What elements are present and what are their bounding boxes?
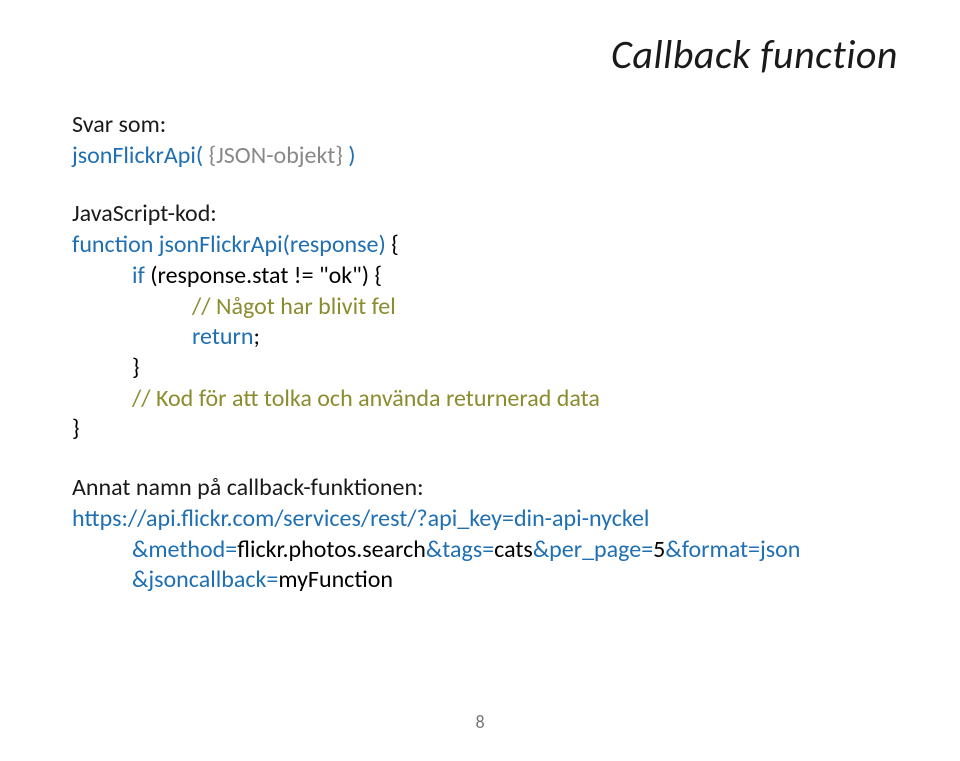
qp-val: flickr.photos.search xyxy=(237,535,426,564)
qp-val: myFunction xyxy=(278,565,393,594)
code-line: jsonFlickrApi( {JSON-objekt} ) xyxy=(72,141,800,172)
slide-body: Svar som: jsonFlickrApi( {JSON-objekt} )… xyxy=(72,110,800,596)
label-js: JavaScript-kod: xyxy=(72,199,800,230)
slide-title: Callback function xyxy=(611,30,898,79)
code-line: return; xyxy=(72,322,800,353)
qp-key: &format=json xyxy=(665,535,800,564)
qp-key: &per_page= xyxy=(533,535,653,564)
label-svar: Svar som: xyxy=(72,110,800,141)
closing-paren: ) xyxy=(348,141,355,170)
qp-key: &jsoncallback= xyxy=(132,565,278,594)
code-line: function jsonFlickrApi(response) { xyxy=(72,230,800,261)
close-brace: } xyxy=(72,414,800,445)
qp-key: &tags= xyxy=(426,535,494,564)
qp-key: &method= xyxy=(132,535,237,564)
open-brace: { xyxy=(386,230,399,259)
fn-name: jsonFlickrApi( xyxy=(72,141,203,170)
url-line: https://api.flickr.com/services/rest/?ap… xyxy=(72,504,800,535)
qp-val: 5 xyxy=(653,535,665,564)
page-number: 8 xyxy=(475,711,484,733)
comment-line: // Kod för att tolka och använda returne… xyxy=(72,384,800,415)
label-annat: Annat namn på callback-funktionen: xyxy=(72,473,800,504)
semicolon: ; xyxy=(254,322,260,351)
slide-page: Callback function Svar som: jsonFlickrAp… xyxy=(0,0,960,761)
url-line: &method=flickr.photos.search&tags=cats&p… xyxy=(72,535,800,566)
open-brace: { xyxy=(369,261,382,290)
qp-val: cats xyxy=(494,535,533,564)
return-keyword: return xyxy=(192,322,254,351)
json-placeholder: {JSON-objekt} xyxy=(203,141,348,170)
url-line: &jsoncallback=myFunction xyxy=(72,565,800,596)
code-line: if (response.stat != "ok") { xyxy=(72,261,800,292)
fn-decl: function jsonFlickrApi(response) xyxy=(72,230,386,259)
if-keyword: if xyxy=(132,261,150,290)
if-cond: (response.stat != "ok") xyxy=(150,261,369,290)
comment-line: // Något har blivit fel xyxy=(72,292,800,323)
close-brace: } xyxy=(72,353,800,384)
